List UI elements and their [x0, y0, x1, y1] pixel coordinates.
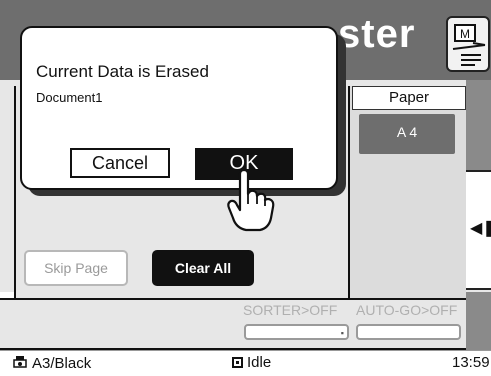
status-mode-text: A3/Black	[32, 355, 92, 372]
auto-go-toggle[interactable]	[356, 324, 461, 340]
left-arrow-icon[interactable]: ◀❚	[470, 218, 491, 238]
skip-page-button[interactable]: Skip Page	[24, 250, 128, 286]
hand-pointer-icon	[227, 170, 275, 232]
page-title-text: ster	[338, 12, 416, 56]
paper-label: Paper	[352, 86, 466, 110]
right-side-tab-bottom[interactable]	[466, 292, 491, 350]
clear-all-button[interactable]: Clear All	[152, 250, 254, 286]
sorter-label: SORTER>OFF	[243, 302, 338, 318]
auto-go-label: AUTO-GO>OFF	[356, 302, 458, 318]
right-side-tab-top[interactable]	[466, 80, 491, 170]
master-icon-letter: M	[460, 27, 470, 41]
cancel-button[interactable]: Cancel	[70, 148, 170, 178]
status-time: 13:59	[452, 354, 490, 371]
printer-icon	[13, 356, 27, 368]
idle-square-icon	[232, 357, 243, 368]
master-make-button[interactable]: M	[446, 16, 490, 72]
sorter-toggle[interactable]: ▪	[244, 324, 349, 340]
dialog-document-name: Document1	[36, 90, 103, 105]
sorter-indicator: ▪	[340, 328, 344, 338]
status-mode: A3/Black	[12, 354, 91, 372]
paper-size-button[interactable]: A 4	[359, 114, 455, 154]
master-make-icon: M	[452, 24, 486, 66]
status-state-text: Idle	[247, 354, 272, 371]
status-state: Idle	[232, 354, 271, 371]
dialog-message: Current Data is Erased	[36, 62, 209, 81]
